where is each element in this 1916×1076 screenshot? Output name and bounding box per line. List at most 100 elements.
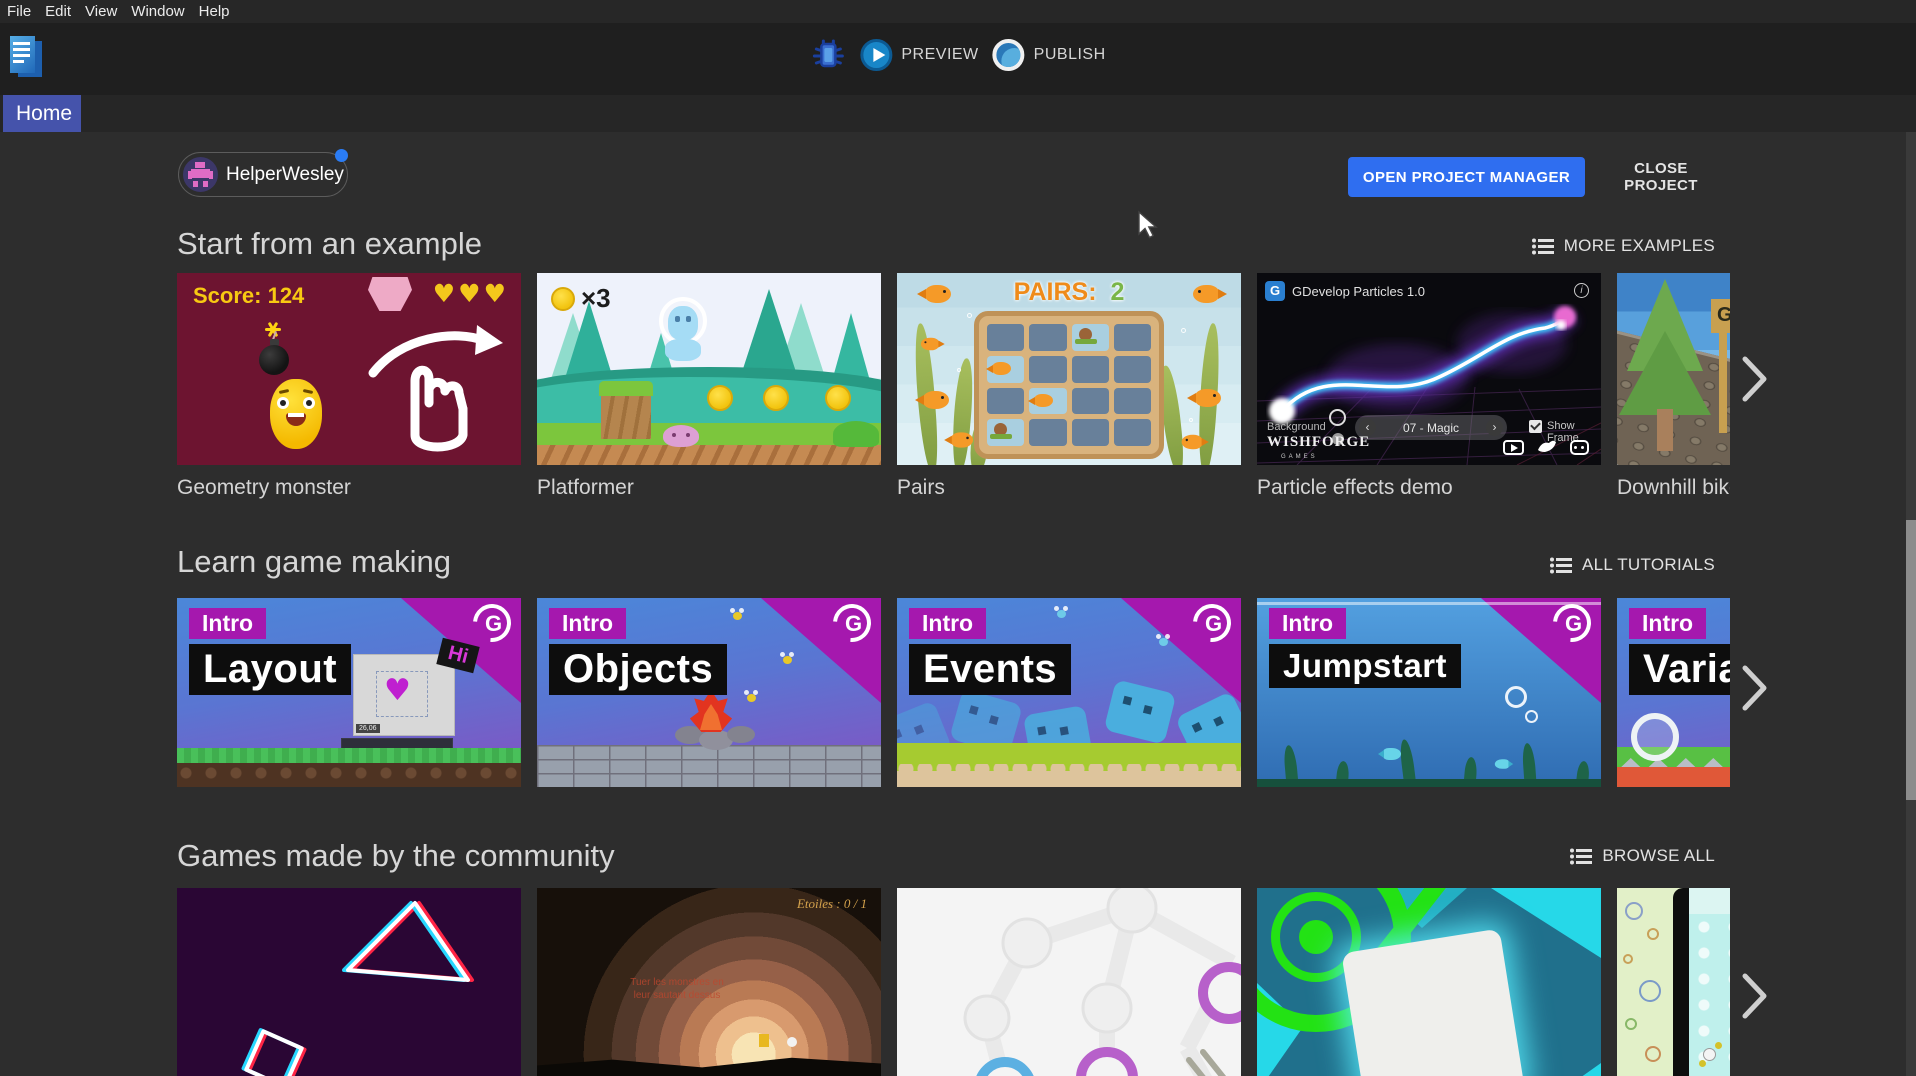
background-toggle-outline <box>1329 409 1346 426</box>
menu-file[interactable]: File <box>7 3 31 20</box>
coin-icon <box>551 287 575 311</box>
menu-view[interactable]: View <box>85 3 117 20</box>
community-card-3[interactable] <box>897 888 1241 1076</box>
browse-all-button[interactable]: BROWSE ALL <box>1570 846 1715 866</box>
menu-edit[interactable]: Edit <box>45 3 71 20</box>
tutorial-card-layout[interactable]: G ♥ 26,06 Hi Intro Layout <box>177 598 521 787</box>
examples-section-title: Start from an example <box>177 226 482 262</box>
gdevelop-logo-icon: G <box>1553 604 1591 642</box>
community-next-icon[interactable] <box>1742 973 1768 1019</box>
tutorial-word: Objects <box>549 644 727 695</box>
card-thumbnail: G <box>1617 273 1730 465</box>
menu-window[interactable]: Window <box>131 3 184 20</box>
slime-enemy <box>663 425 699 447</box>
card-title: Pairs <box>897 476 1241 500</box>
platform-block <box>599 381 653 439</box>
card-thumbnail: G Intro Events <box>897 598 1241 787</box>
preview-label: PREVIEW <box>901 46 978 64</box>
examples-next-icon[interactable] <box>1742 356 1768 402</box>
pairs-cell <box>1114 324 1151 351</box>
all-tutorials-button[interactable]: ALL TUTORIALS <box>1550 555 1715 575</box>
preview-icon <box>860 39 892 71</box>
intro-banner: Intro <box>1629 608 1706 639</box>
tutorials-next-icon[interactable] <box>1742 665 1768 711</box>
neon-shapes <box>177 888 521 1076</box>
debugger-icon[interactable] <box>810 37 846 73</box>
more-examples-label: MORE EXAMPLES <box>1564 236 1715 256</box>
intro-banner: Intro <box>189 608 266 639</box>
project-manager-icon[interactable] <box>10 36 44 80</box>
community-card-2[interactable]: Etoiles : 0 / 1 Tuer les monstres en leu… <box>537 888 881 1076</box>
tutorial-card-variables[interactable]: G +1 Intro Variables <box>1617 598 1730 787</box>
community-card-5[interactable] <box>1617 888 1730 1076</box>
pairs-cell <box>987 388 1024 415</box>
publish-icon <box>993 39 1025 71</box>
card-thumbnail <box>897 888 1241 1076</box>
community-card-1[interactable] <box>177 888 521 1076</box>
gdevelop-logo-icon: G <box>473 604 511 642</box>
hearts: ♥♥♥ <box>433 279 509 308</box>
intro-banner: Intro <box>549 608 626 639</box>
avatar <box>183 157 218 192</box>
community-carousel: Etoiles : 0 / 1 Tuer les monstres en leu… <box>177 888 1730 1076</box>
twitter-icon <box>1537 439 1557 455</box>
example-card-platformer[interactable]: ×3 Platformer <box>537 273 881 503</box>
example-card-geometry-monster[interactable]: Score: 124 ♥♥♥ <box>177 273 521 503</box>
gdevelop-logo-icon: G <box>1265 281 1285 301</box>
tutorial-card-objects[interactable]: G Intro Objects <box>537 598 881 787</box>
scene-editor-panel: ♥ 26,06 <box>353 654 455 736</box>
card-thumbnail: G +1 Intro Variables <box>1617 598 1730 787</box>
main-toolbar: PREVIEW PUBLISH <box>0 23 1916 95</box>
card-thumbnail: PAIRS: 2 <box>897 273 1241 465</box>
pairs-board <box>974 311 1164 459</box>
tutorial-card-jumpstart[interactable]: G Intro Jumpstart <box>1257 598 1601 787</box>
scrollbar-thumb[interactable] <box>1906 520 1916 800</box>
close-project-button[interactable]: CLOSE PROJECT <box>1592 157 1730 197</box>
example-card-pairs[interactable]: PAIRS: 2 <box>897 273 1241 503</box>
heart-sprite: ♥ <box>384 673 411 708</box>
effect-selector: ‹ 07 - Magic › <box>1355 415 1507 440</box>
example-card-downhill-bike[interactable]: G Downhill bike <box>1617 273 1730 503</box>
pairs-cell <box>1072 324 1109 351</box>
more-examples-button[interactable]: MORE EXAMPLES <box>1532 236 1715 256</box>
pairs-cell <box>1114 356 1151 383</box>
publish-button[interactable]: PUBLISH <box>993 39 1106 71</box>
user-profile-chip[interactable]: HelperWesley <box>178 152 348 197</box>
hand-gesture-icon <box>363 317 513 457</box>
menu-help[interactable]: Help <box>199 3 230 20</box>
tutorial-word: Layout <box>189 644 351 695</box>
next-effect-icon: › <box>1486 419 1503 436</box>
pairs-cell <box>1072 388 1109 415</box>
score-text: Score: 124 <box>193 283 304 309</box>
tutorials-section-title: Learn game making <box>177 544 451 580</box>
preview-button[interactable]: PREVIEW <box>860 39 978 71</box>
browse-all-label: BROWSE ALL <box>1602 846 1715 866</box>
tutorial-word: Variables <box>1629 644 1730 695</box>
tab-bar: Home <box>0 95 1916 132</box>
tab-home[interactable]: Home <box>3 95 81 132</box>
example-card-particle-effects[interactable]: G GDevelop Particles 1.0 i Background ‹ … <box>1257 273 1601 503</box>
open-project-manager-button[interactable]: OPEN PROJECT MANAGER <box>1348 157 1585 197</box>
pairs-cell <box>1072 356 1109 383</box>
card-thumbnail <box>1257 888 1601 1076</box>
card-title: Particle effects demo <box>1257 476 1601 500</box>
tutorial-word: Events <box>909 644 1071 695</box>
community-card-4[interactable] <box>1257 888 1601 1076</box>
pairs-cell <box>1072 419 1109 446</box>
list-icon <box>1532 238 1554 255</box>
pairs-cell <box>987 324 1024 351</box>
all-tutorials-label: ALL TUTORIALS <box>1582 555 1715 575</box>
card-thumbnail <box>177 888 521 1076</box>
card-thumbnail: G Intro Objects <box>537 598 881 787</box>
tutorials-carousel: G ♥ 26,06 Hi Intro Layout <box>177 598 1730 787</box>
ring-puzzle <box>897 888 1241 1076</box>
card-thumbnail: G GDevelop Particles 1.0 i Background ‹ … <box>1257 273 1601 465</box>
snail-tile <box>994 423 1007 436</box>
tutorial-card-events[interactable]: G Intro Events <box>897 598 1241 787</box>
pairs-cell <box>1114 388 1151 415</box>
card-title: Geometry monster <box>177 476 521 500</box>
hint-text: Tuer les monstres en leur sautant dessus <box>597 976 757 1002</box>
pairs-cell <box>1029 324 1066 351</box>
youtube-icon <box>1503 440 1524 455</box>
community-section-title: Games made by the community <box>177 838 615 874</box>
